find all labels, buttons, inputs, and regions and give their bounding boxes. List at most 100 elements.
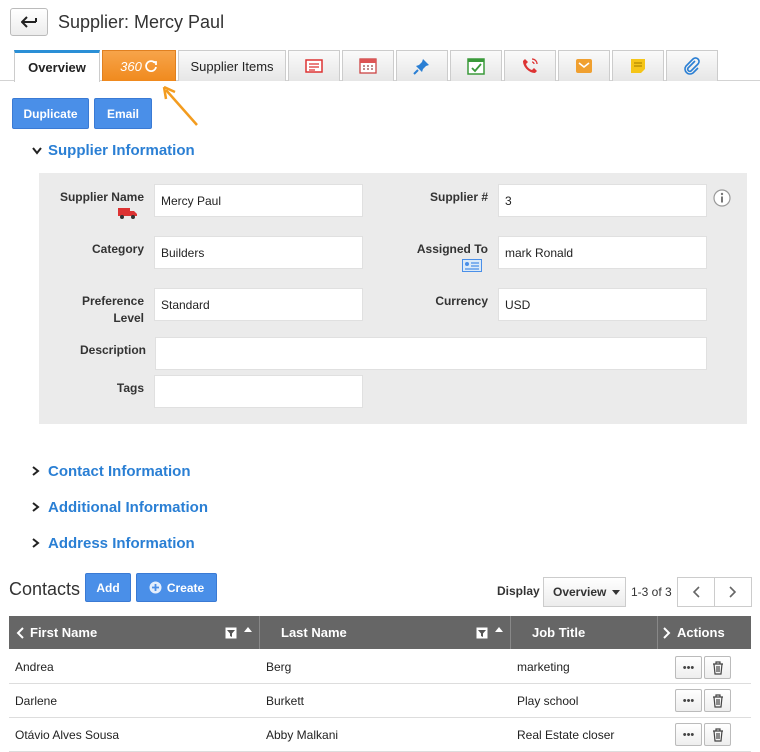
tab-calendar[interactable] (342, 50, 394, 81)
delete-button[interactable] (704, 656, 731, 679)
next-page-button[interactable] (714, 577, 752, 607)
category-field[interactable]: Builders (154, 236, 363, 269)
table-row[interactable]: Otávio Alves Sousa Abby Malkani Real Est… (9, 718, 751, 752)
table-row[interactable]: Darlene Burkett Play school ••• (9, 684, 751, 718)
chevron-right-icon[interactable] (663, 626, 671, 639)
invoice-icon (305, 59, 323, 73)
column-label: Last Name (281, 625, 347, 640)
preference-label-line2: Level (113, 311, 144, 325)
create-contact-button[interactable]: Create (136, 573, 217, 602)
supplier-name-field[interactable]: Mercy Paul (154, 184, 363, 217)
chevron-down-icon (32, 144, 48, 158)
supplier-number-field[interactable]: 3 (498, 184, 707, 217)
cell-first-name: Andrea (15, 660, 54, 674)
chevron-left-icon (692, 586, 700, 598)
cell-job-title: Play school (517, 694, 579, 708)
section-address-information[interactable]: Address Information (32, 535, 195, 552)
cell-first-name: Darlene (15, 694, 58, 708)
tab-notes[interactable] (612, 50, 664, 81)
display-select-value: Overview (553, 585, 607, 599)
phone-call-icon (523, 58, 538, 73)
email-button[interactable]: Email (94, 98, 152, 129)
back-arrow-icon (21, 16, 37, 28)
more-dots-icon: ••• (682, 728, 695, 741)
column-actions[interactable]: Actions (658, 616, 751, 649)
section-additional-information[interactable]: Additional Information (32, 499, 208, 516)
cell-last-name: Burkett (266, 694, 305, 708)
table-row[interactable]: Andrea Berg marketing ••• (9, 650, 751, 684)
task-check-icon (467, 58, 485, 75)
pin-icon (413, 59, 429, 75)
supplier-number-label: Supplier # (429, 190, 488, 204)
info-icon[interactable] (713, 189, 731, 207)
prev-page-button[interactable] (677, 577, 715, 607)
tags-field[interactable] (154, 375, 363, 408)
tab-pin[interactable] (396, 50, 448, 81)
contacts-title: Contacts (9, 579, 81, 599)
add-contact-button[interactable]: Add (85, 573, 131, 602)
tab-360[interactable]: 360 (102, 50, 176, 81)
refresh-icon (145, 60, 157, 72)
trash-icon (712, 693, 723, 708)
column-label: Job Title (532, 625, 586, 640)
delete-button[interactable] (704, 723, 731, 746)
mail-icon (576, 59, 592, 73)
more-button[interactable]: ••• (675, 689, 702, 712)
section-title: Additional Information (48, 499, 208, 516)
create-label: Create (166, 580, 205, 595)
tab-bar: Overview 360 Supplier Items (0, 50, 760, 82)
more-dots-icon: ••• (682, 661, 695, 674)
trash-icon (712, 727, 723, 742)
cell-job-title: Real Estate closer (517, 728, 615, 742)
display-select[interactable]: Overview (543, 577, 626, 607)
cell-first-name: Otávio Alves Sousa (15, 728, 120, 742)
description-field[interactable] (155, 337, 707, 370)
section-contact-information[interactable]: Contact Information (32, 463, 191, 480)
column-label: First Name (30, 625, 98, 640)
tab-calls[interactable] (504, 50, 556, 81)
section-supplier-information[interactable]: Supplier Information (32, 142, 195, 159)
page-title: Supplier: Mercy Paul (58, 12, 225, 32)
filter-icon[interactable] (225, 627, 237, 639)
chevron-right-icon (32, 537, 48, 551)
tab-invoices[interactable] (288, 50, 340, 81)
tab-overview-label: Overview (28, 60, 86, 75)
more-button[interactable]: ••• (675, 656, 702, 679)
more-button[interactable]: ••• (675, 723, 702, 746)
duplicate-button[interactable]: Duplicate (12, 98, 89, 129)
id-card-icon[interactable] (462, 259, 482, 272)
assigned-to-field[interactable]: mark Ronald (498, 236, 707, 269)
column-job-title[interactable]: Job Title (511, 616, 658, 649)
delete-button[interactable] (704, 689, 731, 712)
column-first-name[interactable]: First Name (9, 616, 260, 649)
chevron-left-icon[interactable] (16, 626, 24, 639)
filter-icon[interactable] (476, 627, 488, 639)
chevron-right-icon (32, 501, 48, 515)
column-label: Actions (677, 625, 725, 640)
back-button[interactable] (10, 8, 48, 36)
tab-emails[interactable] (558, 50, 610, 81)
display-label: Display (497, 584, 540, 598)
tab-supplier-items-label: Supplier Items (190, 58, 274, 74)
truck-icon (118, 208, 137, 219)
pagination-range: 1-3 of 3 (631, 585, 672, 599)
column-last-name[interactable]: Last Name (260, 616, 511, 649)
preference-label-line1: Preference (81, 294, 144, 308)
preference-level-field[interactable]: Standard (154, 288, 363, 321)
sort-up-icon[interactable] (495, 627, 503, 632)
cell-last-name: Berg (266, 660, 292, 674)
calendar-icon (359, 58, 377, 74)
supplier-name-label: Supplier Name (59, 190, 144, 204)
tab-360-label: 360 (120, 58, 142, 74)
tab-supplier-items[interactable]: Supplier Items (178, 50, 286, 81)
tab-tasks[interactable] (450, 50, 502, 81)
description-label: Description (79, 343, 146, 357)
section-title: Address Information (48, 535, 195, 552)
sort-up-icon[interactable] (244, 627, 252, 632)
orange-arrow-icon (162, 85, 198, 126)
cell-job-title: marketing (517, 660, 570, 674)
tab-attachments[interactable] (666, 50, 718, 81)
tab-overview[interactable]: Overview (14, 50, 100, 82)
currency-field[interactable]: USD (498, 288, 707, 321)
paperclip-icon (684, 57, 700, 75)
